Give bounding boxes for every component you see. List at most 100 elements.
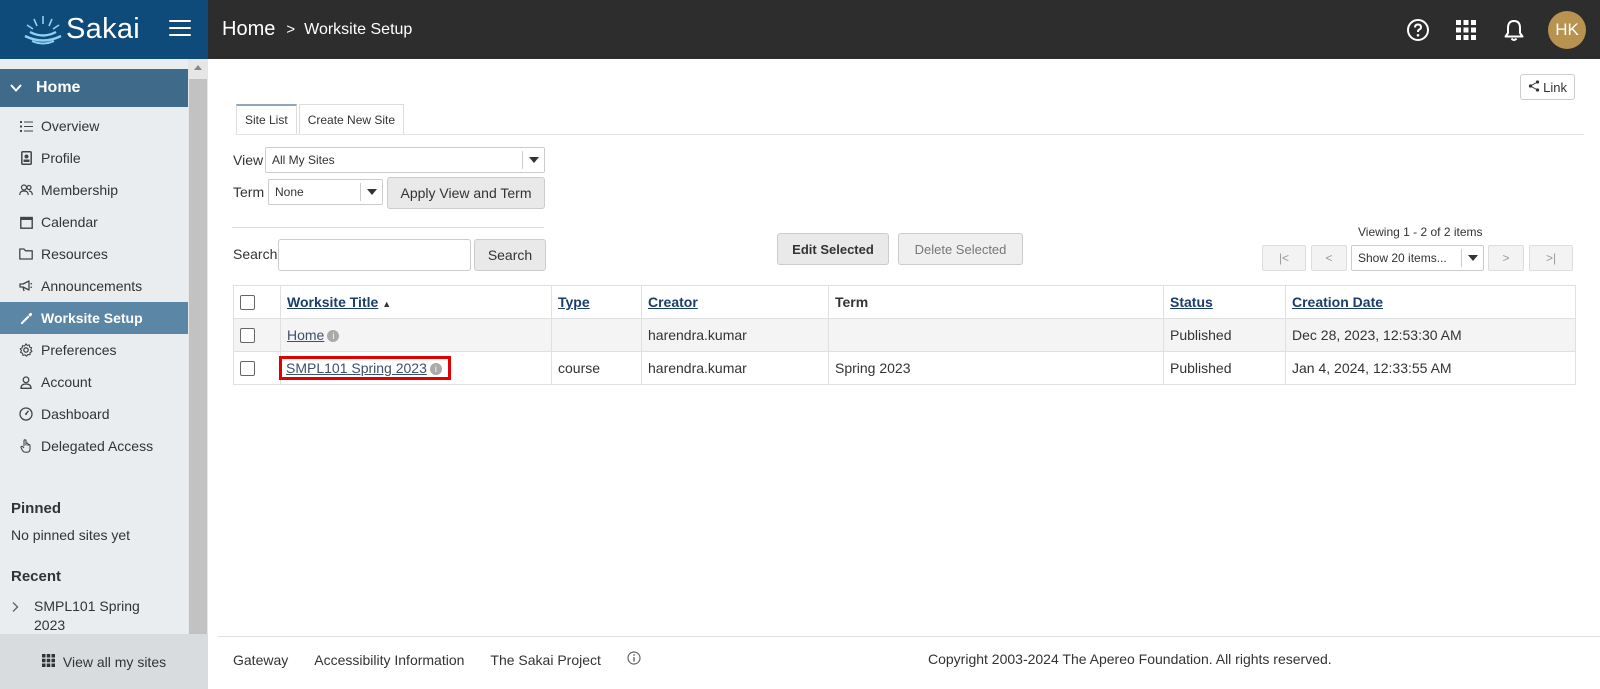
sidebar-item-worksite-setup[interactable]: Worksite Setup bbox=[0, 302, 188, 334]
sort-type-link[interactable]: Type bbox=[558, 294, 590, 310]
creator-cell: harendra.kumar bbox=[641, 318, 829, 352]
sort-created-link[interactable]: Creation Date bbox=[1292, 294, 1383, 310]
footer-link-accessibility[interactable]: Accessibility Information bbox=[314, 652, 464, 668]
search-input[interactable] bbox=[278, 239, 471, 271]
footer-link-gateway[interactable]: Gateway bbox=[233, 652, 288, 668]
site-title-link[interactable]: SMPL101 Spring 2023 bbox=[286, 360, 427, 376]
info-icon[interactable]: i bbox=[327, 330, 340, 343]
sidebar-tool-list: Overview Profile Membership Calendar Res… bbox=[0, 110, 188, 462]
sidebar-item-preferences[interactable]: Preferences bbox=[0, 334, 188, 366]
column-header-title[interactable]: Worksite Title ▲ bbox=[280, 285, 552, 319]
term-select-value: None bbox=[275, 185, 304, 199]
title-cell: SMPL101 Spring 2023 i bbox=[279, 351, 552, 385]
sidebar-site-title: Home bbox=[36, 79, 81, 96]
sidebar-item-announcements[interactable]: Announcements bbox=[0, 270, 188, 302]
column-header-created[interactable]: Creation Date bbox=[1285, 285, 1576, 319]
tab-bar: Site List Create New Site bbox=[236, 104, 406, 134]
scrollbar-thumb[interactable] bbox=[189, 79, 207, 634]
sidebar-item-resources[interactable]: Resources bbox=[0, 238, 188, 270]
sort-status-link[interactable]: Status bbox=[1170, 294, 1213, 310]
sidebar-item-membership[interactable]: Membership bbox=[0, 174, 188, 206]
bell-icon[interactable] bbox=[1502, 18, 1526, 42]
breadcrumb-home[interactable]: Home bbox=[222, 18, 275, 41]
logo-text[interactable]: Sakai bbox=[66, 13, 140, 46]
footer-divider bbox=[218, 636, 1600, 637]
term-select[interactable]: None bbox=[268, 179, 383, 205]
viewing-count: Viewing 1 - 2 of 2 items bbox=[1358, 225, 1483, 239]
pager-first-button[interactable]: |< bbox=[1262, 245, 1306, 271]
type-cell bbox=[551, 318, 642, 352]
pager-prev-button[interactable]: < bbox=[1311, 245, 1347, 271]
sidebar-item-calendar[interactable]: Calendar bbox=[0, 206, 188, 238]
sidebar-item-label: Account bbox=[41, 374, 92, 390]
sites-table: Worksite Title ▲ Type Creator Term Statu… bbox=[233, 285, 1576, 385]
search-button-label: Search bbox=[487, 247, 533, 263]
info-icon[interactable]: i bbox=[429, 363, 442, 376]
sidebar-item-label: Calendar bbox=[41, 214, 98, 230]
sidebar-item-label: Delegated Access bbox=[41, 438, 154, 454]
chevron-down-icon bbox=[10, 84, 22, 92]
view-select[interactable]: All My Sites bbox=[265, 147, 545, 173]
row-checkbox[interactable] bbox=[240, 328, 255, 344]
column-header-status[interactable]: Status bbox=[1163, 285, 1286, 319]
sidebar-scrollbar[interactable] bbox=[188, 59, 208, 634]
title-cell: Home i bbox=[280, 318, 552, 352]
hamburger-menu-icon[interactable] bbox=[169, 20, 191, 38]
person-icon bbox=[19, 375, 33, 389]
pinned-heading: Pinned bbox=[11, 500, 62, 517]
column-header-creator[interactable]: Creator bbox=[641, 285, 829, 319]
header-actions: HK bbox=[1382, 0, 1586, 59]
logo-area: Sakai bbox=[0, 0, 208, 59]
view-all-sites-label: View all my sites bbox=[62, 653, 167, 670]
folder-icon bbox=[19, 247, 33, 261]
breadcrumb-separator: > bbox=[286, 21, 296, 38]
column-header-type[interactable]: Type bbox=[551, 285, 642, 319]
highlight-box: SMPL101 Spring 2023 i bbox=[279, 356, 451, 380]
sort-title-link[interactable]: Worksite Title bbox=[287, 294, 378, 310]
info-circle-icon[interactable] bbox=[627, 651, 641, 668]
page-size-select[interactable]: Show 20 items... bbox=[1351, 245, 1484, 271]
sidebar-site-header[interactable]: Home bbox=[0, 69, 188, 107]
view-all-sites-button[interactable]: View all my sites bbox=[0, 634, 208, 689]
pager-next-button[interactable]: > bbox=[1488, 245, 1524, 271]
sidebar-item-delegated-access[interactable]: Delegated Access bbox=[0, 430, 188, 462]
sidebar-item-label: Announcements bbox=[41, 278, 143, 294]
tab-label: Create New Site bbox=[307, 112, 396, 127]
page-size-value: Show 20 items... bbox=[1358, 251, 1447, 265]
help-icon[interactable] bbox=[1406, 18, 1430, 42]
row-select-cell bbox=[233, 351, 281, 385]
sidebar-item-overview[interactable]: Overview bbox=[0, 110, 188, 142]
hand-icon bbox=[19, 439, 33, 453]
row-checkbox[interactable] bbox=[240, 361, 255, 377]
site-title-link[interactable]: Home bbox=[287, 327, 324, 343]
edit-selected-button[interactable]: Edit Selected bbox=[777, 233, 889, 265]
recent-site-item[interactable]: SMPL101 Spring 2023 bbox=[8, 597, 178, 635]
sidebar-item-label: Profile bbox=[41, 150, 81, 166]
users-icon bbox=[19, 183, 33, 197]
tab-site-list[interactable]: Site List bbox=[236, 104, 297, 134]
wrench-icon bbox=[19, 311, 33, 325]
tab-divider bbox=[236, 134, 1584, 135]
pager-last-button[interactable]: >| bbox=[1529, 245, 1573, 271]
apps-grid-icon[interactable] bbox=[1454, 18, 1478, 42]
tab-create-new-site[interactable]: Create New Site bbox=[298, 104, 405, 134]
sidebar-item-label: Overview bbox=[41, 118, 100, 134]
apply-view-term-button[interactable]: Apply View and Term bbox=[387, 177, 545, 209]
search-button[interactable]: Search bbox=[474, 239, 546, 271]
tab-label: Site List bbox=[245, 113, 288, 127]
sidebar-item-profile[interactable]: Profile bbox=[0, 142, 188, 174]
sidebar-item-account[interactable]: Account bbox=[0, 366, 188, 398]
footer-link-sakai-project[interactable]: The Sakai Project bbox=[490, 652, 601, 668]
scroll-up-arrow-icon[interactable] bbox=[194, 65, 202, 70]
status-cell: Published bbox=[1163, 318, 1286, 352]
sidebar-item-dashboard[interactable]: Dashboard bbox=[0, 398, 188, 430]
link-button[interactable]: Link bbox=[1520, 74, 1575, 100]
sort-creator-link[interactable]: Creator bbox=[648, 294, 698, 310]
user-avatar[interactable]: HK bbox=[1548, 10, 1586, 49]
sakai-logo-icon[interactable] bbox=[22, 13, 64, 47]
dropdown-arrow-icon bbox=[360, 183, 382, 201]
delete-selected-button[interactable]: Delete Selected bbox=[898, 233, 1023, 265]
recent-site-label: SMPL101 Spring 2023 bbox=[34, 598, 140, 633]
dropdown-arrow-icon bbox=[522, 151, 544, 169]
select-all-checkbox[interactable] bbox=[240, 295, 255, 311]
